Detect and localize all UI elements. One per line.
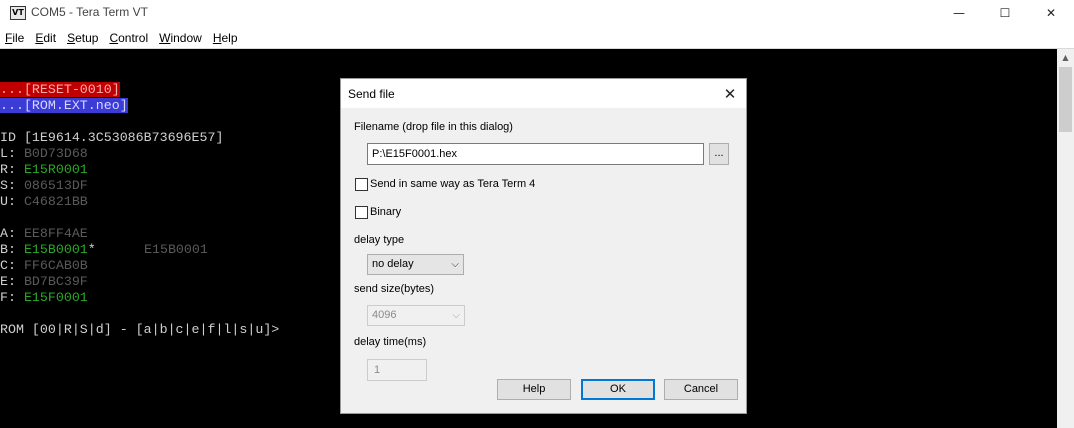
dialog-title: Send file <box>348 87 395 101</box>
terminal-line-u: U: C46821BB <box>0 194 88 209</box>
chevron-down-icon: ⌵ <box>452 310 460 321</box>
dialog-titlebar: Send file ✕ <box>341 79 746 108</box>
menu-window[interactable]: Window <box>154 31 206 45</box>
send-size-label: send size(bytes) <box>354 283 435 295</box>
terminal-line-rom: ...[ROM.EXT.neo] <box>0 98 128 114</box>
terminal-line-l: L: B0D73D68 <box>0 146 88 161</box>
terminal-line-e: E: BD7BC39F <box>0 274 88 289</box>
rom-banner: ...[ROM.EXT.neo] <box>0 98 128 113</box>
send-size-select: 4096 ⌵ <box>367 305 465 326</box>
send-file-dialog: Send file ✕ Filename (drop file in this … <box>340 78 747 414</box>
close-window-button[interactable]: ✕ <box>1028 0 1074 26</box>
terminal-line-f: F: E15F0001 <box>0 290 88 305</box>
delay-type-select[interactable]: no delay ⌵ <box>367 254 464 275</box>
delay-time-label: delay time(ms) <box>354 336 427 348</box>
scroll-up-arrow-icon[interactable]: ▲ <box>1057 49 1074 66</box>
menu-edit[interactable]: Edit <box>30 31 60 45</box>
help-button[interactable]: Help <box>497 379 571 400</box>
filename-label: Filename (drop file in this dialog) <box>354 121 513 133</box>
browse-button[interactable]: ... <box>709 143 729 165</box>
menu-file[interactable]: File <box>0 31 28 45</box>
terminal-line-c: C: FF6CAB0B <box>0 258 88 273</box>
window-title: COM5 - Tera Term VT <box>31 5 148 19</box>
maximize-button[interactable]: ☐ <box>982 0 1028 26</box>
minimize-button[interactable]: — <box>936 0 982 26</box>
terminal-line-reset: ...[RESET-0010] <box>0 82 120 98</box>
delay-type-label: delay type <box>354 234 405 246</box>
menu-control[interactable]: Control <box>104 31 152 45</box>
terminal-prompt: ROM [00|R|S|d] - [a|b|c|e|f|l|s|u]> <box>0 322 280 337</box>
terminal-scrollbar[interactable]: ▲ <box>1057 49 1074 428</box>
terminal-line-s: S: 086513DF <box>0 178 88 193</box>
dialog-close-icon[interactable]: ✕ <box>715 81 745 106</box>
teraterm-app-icon: VT <box>10 6 26 20</box>
filename-input[interactable]: P:\E15F0001.hex <box>367 143 704 165</box>
menu-setup[interactable]: Setup <box>62 31 102 45</box>
terminal-line-r: R: E15R0001 <box>0 162 88 177</box>
binary-label[interactable]: Binary <box>370 206 401 218</box>
terminal-line-id: ID [1E9614.3C53086B73696E57] <box>0 130 224 145</box>
menu-bar: File Edit Setup Control Window Help <box>0 27 1074 48</box>
delay-time-input: 1 <box>367 359 427 381</box>
chevron-down-icon: ⌵ <box>451 259 459 270</box>
scroll-thumb[interactable] <box>1059 67 1072 132</box>
menu-help[interactable]: Help <box>208 31 242 45</box>
binary-checkbox[interactable] <box>355 206 368 219</box>
reset-banner: ...[RESET-0010] <box>0 82 120 97</box>
cancel-button[interactable]: Cancel <box>664 379 738 400</box>
terminal-line-a: A: EE8FF4AE <box>0 226 88 241</box>
window-titlebar: VT COM5 - Tera Term VT — ☐ ✕ <box>0 0 1074 26</box>
ok-button[interactable]: OK <box>581 379 655 400</box>
terminal-b-extra: E15B0001 <box>144 242 208 257</box>
terminal-line-b: B: E15B0001* <box>0 242 96 257</box>
send-same-way-checkbox[interactable] <box>355 178 368 191</box>
send-same-way-label[interactable]: Send in same way as Tera Term 4 <box>370 178 535 190</box>
